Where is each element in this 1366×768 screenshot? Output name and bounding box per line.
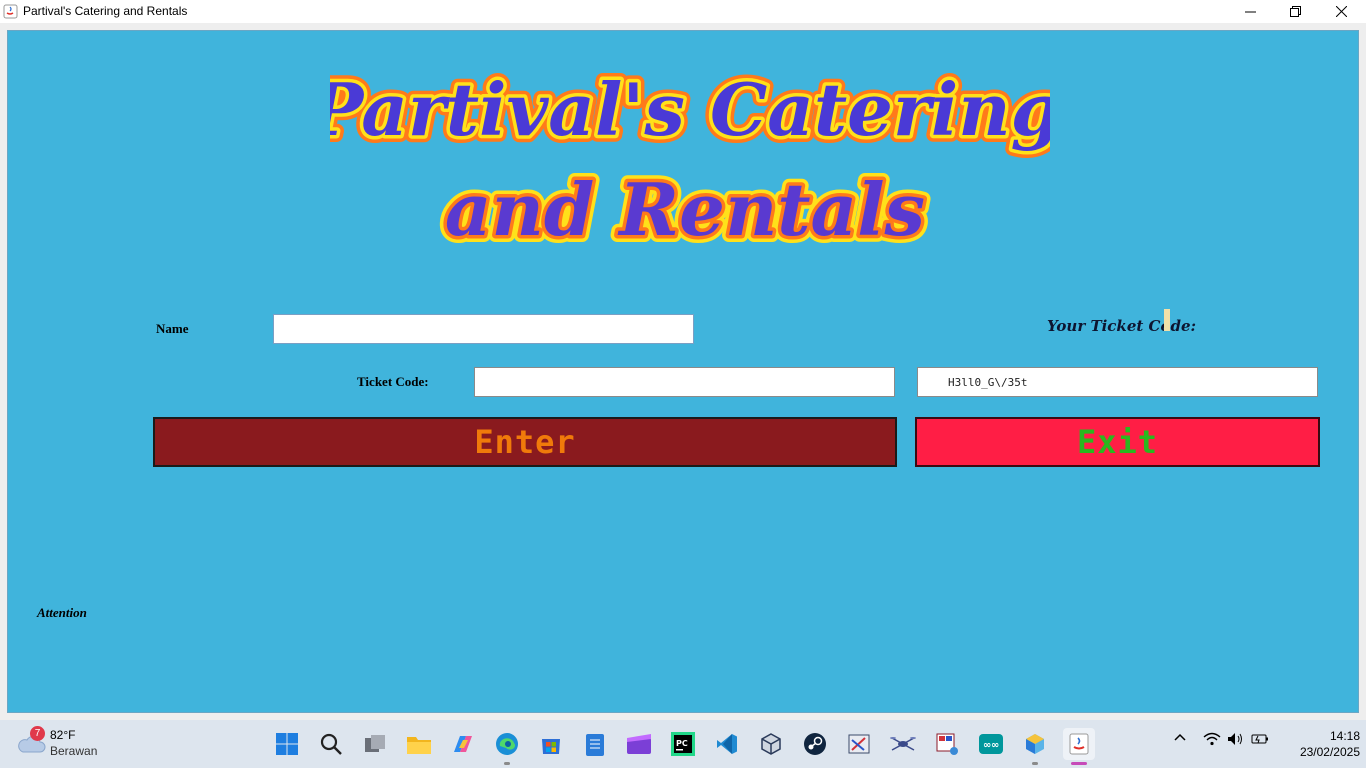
battery-icon[interactable]	[1250, 732, 1270, 746]
java-running-indicator	[1071, 762, 1087, 765]
svg-text:PC: PC	[676, 739, 688, 748]
paint-tool-icon[interactable]	[931, 728, 963, 760]
java-app-icon[interactable]	[1063, 728, 1095, 765]
java-app-icon	[3, 4, 18, 19]
your-ticket-code-label: Your Ticket Code:	[1047, 317, 1197, 335]
taskbar: 7 82°F Berawan PC ∞ ∞ 14:18 23/02/2025	[0, 720, 1366, 768]
svg-text:∞: ∞	[991, 740, 999, 751]
volume-icon[interactable]	[1226, 732, 1246, 746]
wifi-icon[interactable]	[1202, 732, 1222, 746]
clock-time[interactable]: 14:18	[1312, 729, 1360, 743]
restore-icon	[1289, 6, 1301, 17]
package-app-icon[interactable]	[1019, 728, 1051, 765]
window-titlebar: Partival's Catering and Rentals	[0, 0, 1366, 23]
minimize-icon	[1244, 11, 1256, 13]
microsoft-store-icon[interactable]	[535, 728, 567, 760]
close-icon	[1335, 6, 1347, 17]
snipping-tool-icon[interactable]	[843, 728, 875, 760]
copilot-icon[interactable]	[447, 728, 479, 760]
arduino-icon[interactable]: ∞ ∞	[975, 728, 1007, 760]
name-input[interactable]	[273, 314, 694, 344]
task-view-icon[interactable]	[359, 728, 391, 760]
vscode-icon[interactable]	[711, 728, 743, 760]
weather-widget[interactable]: 7 82°F Berawan	[16, 726, 136, 762]
virtualbox-icon[interactable]	[755, 728, 787, 760]
name-label: Name	[156, 321, 189, 336]
steam-icon[interactable]	[799, 728, 831, 760]
clipchamp-icon[interactable]	[623, 728, 655, 760]
search-icon[interactable]	[315, 728, 347, 760]
weather-temperature: 82°F	[50, 728, 76, 742]
ticket-code-input[interactable]	[474, 367, 895, 397]
weather-badge: 7	[30, 726, 45, 741]
drone-app-icon[interactable]	[887, 728, 919, 760]
edge-browser-icon[interactable]	[491, 728, 523, 765]
package-running-indicator	[1032, 762, 1038, 765]
window-title: Partival's Catering and Rentals	[23, 4, 188, 18]
text-cursor-marker	[1164, 309, 1170, 331]
logo-line2: and Rentals	[445, 167, 925, 252]
windows-start-icon[interactable]	[271, 728, 303, 760]
pycharm-icon[interactable]: PC	[667, 728, 699, 760]
clock-date[interactable]: 23/02/2025	[1281, 745, 1360, 759]
restore-button[interactable]	[1272, 0, 1318, 23]
file-explorer-icon[interactable]	[403, 728, 435, 760]
notepad-icon[interactable]	[579, 728, 611, 760]
close-button[interactable]	[1318, 0, 1364, 23]
minimize-button[interactable]	[1227, 0, 1273, 23]
ticket-code-label: Ticket Code:	[357, 374, 429, 389]
attention-label: Attention	[37, 605, 87, 620]
exit-button[interactable]: Exit	[915, 417, 1320, 467]
enter-button[interactable]: Enter	[153, 417, 897, 467]
edge-running-indicator	[504, 762, 510, 765]
chevron-up-icon[interactable]	[1170, 732, 1190, 742]
weather-description: Berawan	[50, 744, 98, 758]
logo-line1: Partival's Catering	[330, 67, 1050, 152]
logo: Partival's Catering Partival's Catering …	[330, 60, 1050, 259]
generated-ticket-code: H3ll0_G\/35t	[917, 367, 1318, 397]
